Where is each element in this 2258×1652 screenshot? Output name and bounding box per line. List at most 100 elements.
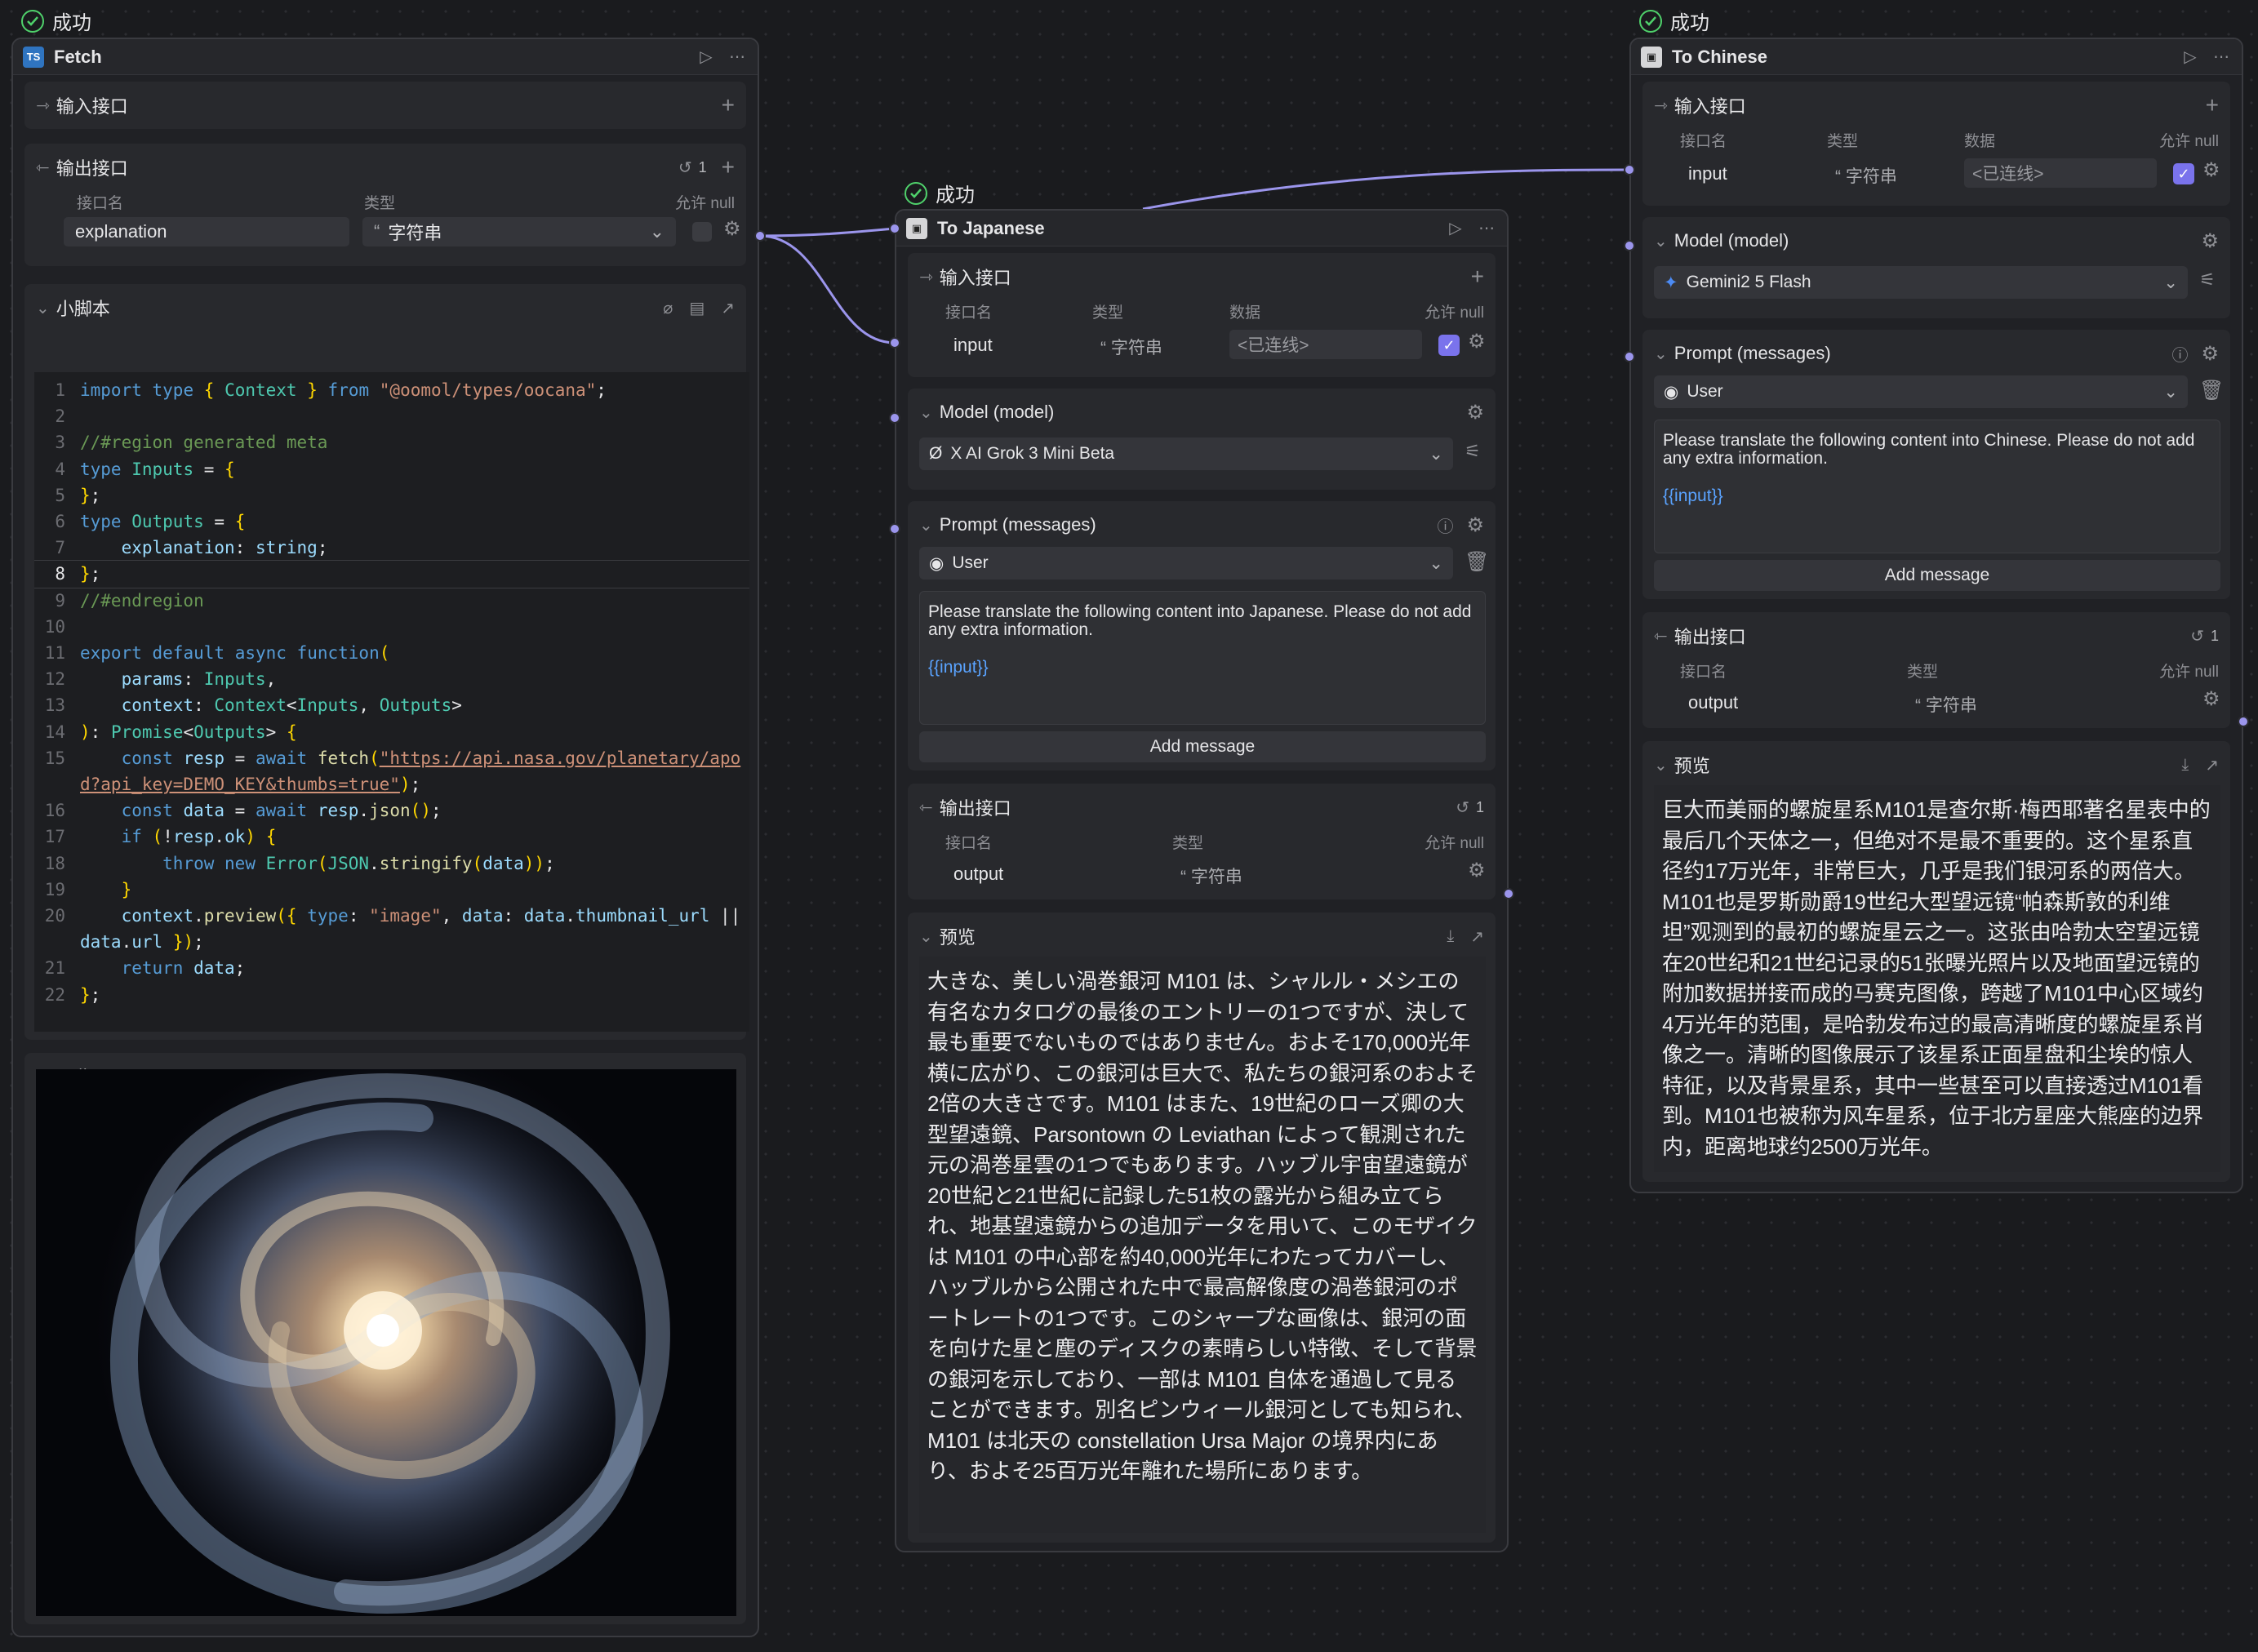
chinese-input-handle[interactable] — [1624, 164, 1635, 175]
chinese-prompt-handle[interactable] — [1624, 351, 1635, 362]
history-icon[interactable]: ↺ — [678, 158, 692, 178]
allow-null-checkbox[interactable]: ✓ — [2173, 163, 2194, 184]
input-data-field[interactable]: <已连线> — [1229, 330, 1422, 359]
code-text: context: Context<Inputs, Outputs> — [121, 695, 462, 716]
role-select[interactable]: ◉ User ⌄ — [1654, 375, 2188, 408]
chevron-down-icon[interactable]: ⌄ — [1654, 755, 1668, 775]
chevron-down-icon[interactable]: ⌄ — [36, 298, 50, 318]
code-editor[interactable]: 1 import type { Context } from "@oomol/ty… — [34, 372, 749, 1032]
trash-icon[interactable]: 🗑 — [2199, 379, 2224, 402]
chevron-down-icon[interactable]: ⌄ — [919, 515, 933, 535]
japanese-prompt-handle[interactable] — [889, 523, 900, 535]
code-line[interactable]: 8}; — [34, 560, 749, 588]
history-icon[interactable]: ↺ — [1456, 797, 1469, 818]
role-select[interactable]: ◉ User ⌄ — [919, 547, 1453, 580]
to-chinese-node[interactable]: ▣ To Chinese ▷ ⋯ ⇾ 输入接口 + 接口名 类型 数据 允许 n… — [1629, 38, 2243, 1193]
chevron-down-icon: ⌄ — [1429, 553, 1443, 573]
add-input-icon[interactable]: + — [2206, 92, 2219, 118]
gear-icon[interactable]: ⚙ — [2201, 342, 2219, 366]
gear-icon[interactable]: ⚙ — [1466, 401, 1484, 424]
download-icon[interactable]: ⤓ — [2181, 756, 2189, 775]
add-input-icon[interactable]: + — [722, 92, 735, 118]
add-message-button[interactable]: Add message — [919, 731, 1486, 762]
code-line[interactable]: 1 import type { Context } from "@oomol/ty… — [34, 377, 749, 403]
chevron-down-icon[interactable]: ⌄ — [1654, 231, 1668, 251]
node-header[interactable]: ▣ To Japanese ▷ ⋯ — [896, 211, 1507, 246]
gear-icon[interactable]: ⚙ — [1466, 513, 1484, 537]
code-line[interactable]: 14): Promise<Outputs> { — [34, 719, 749, 745]
download-icon[interactable]: ⤓ — [1447, 927, 1454, 946]
code-line[interactable]: 12 params: Inputs, — [34, 666, 749, 692]
gear-icon[interactable]: ⚙ — [723, 217, 741, 241]
japanese-output-handle[interactable] — [1503, 888, 1514, 899]
input-data-field[interactable]: <已连线> — [1964, 158, 2157, 188]
fetch-output-handle[interactable] — [754, 230, 766, 242]
add-output-icon[interactable]: + — [722, 154, 735, 180]
code-line[interactable]: 2 — [34, 403, 749, 429]
code-line[interactable]: 15 const resp = await fetch("https://api… — [34, 745, 749, 797]
run-icon[interactable]: ▷ — [696, 47, 717, 67]
chevron-down-icon[interactable]: ⌄ — [1654, 344, 1668, 364]
code-line[interactable]: 17 if (!resp.ok) { — [34, 824, 749, 850]
model-select[interactable]: ✦ Gemini2 5 Flash ⌄ — [1654, 266, 2188, 299]
layout-icon[interactable]: ▤ — [689, 298, 705, 318]
open-external-icon[interactable]: ↗ — [721, 298, 735, 318]
code-line[interactable]: 16 const data = await resp.json(); — [34, 797, 749, 824]
sliders-icon[interactable]: ⚟ — [2199, 269, 2216, 291]
run-icon[interactable]: ▷ — [1445, 218, 1466, 238]
code-line[interactable]: 21 return data; — [34, 955, 749, 981]
history-icon[interactable]: ↺ — [2190, 626, 2204, 646]
gear-icon[interactable]: ⚙ — [1468, 330, 1486, 353]
more-icon[interactable]: ⋯ — [1476, 218, 1497, 238]
add-input-icon[interactable]: + — [1471, 264, 1484, 290]
chinese-output-handle[interactable] — [2238, 716, 2249, 727]
chevron-down-icon[interactable]: ⌄ — [919, 926, 933, 947]
gear-icon[interactable]: ⚙ — [2202, 158, 2220, 182]
japanese-input-handle[interactable] — [889, 337, 900, 349]
gear-icon[interactable]: ⚙ — [2202, 687, 2220, 711]
output-type-select[interactable]: “字符串 ⌄ — [362, 217, 676, 246]
code-line[interactable]: 3 //#region generated meta — [34, 429, 749, 455]
code-line[interactable]: 4 type Inputs = { — [34, 456, 749, 482]
fetch-node[interactable]: TS Fetch ▷ ⋯ ⇾ 输入接口 + ⇽ 输出接口 ↺ 1 + 接口名 类… — [11, 38, 759, 1637]
japanese-input-handle-top[interactable] — [889, 223, 900, 234]
node-header[interactable]: TS Fetch ▷ ⋯ — [13, 39, 758, 75]
more-icon[interactable]: ⋯ — [727, 47, 748, 67]
code-line[interactable]: 20 context.preview({ type: "image", data… — [34, 903, 749, 955]
allow-null-checkbox[interactable]: ✓ — [1438, 335, 1460, 356]
add-message-button[interactable]: Add message — [1654, 560, 2220, 591]
code-line[interactable]: 6 type Outputs = { — [34, 508, 749, 535]
open-external-icon[interactable]: ↗ — [2205, 755, 2219, 775]
trash-icon[interactable]: 🗑 — [1465, 550, 1489, 574]
help-icon[interactable]: ⓘ — [1437, 513, 1453, 537]
run-icon[interactable]: ▷ — [2180, 47, 2201, 67]
gear-icon[interactable]: ⚙ — [2201, 229, 2219, 253]
to-japanese-node[interactable]: ▣ To Japanese ▷ ⋯ ⇾ 输入接口 + 接口名 类型 数据 允许 … — [895, 209, 1509, 1552]
message-textarea[interactable]: Please translate the following content i… — [1654, 420, 2220, 553]
message-textarea[interactable]: Please translate the following content i… — [919, 591, 1486, 725]
code-line[interactable]: 22}; — [34, 982, 749, 1008]
allow-null-checkbox[interactable] — [692, 222, 712, 242]
code-line[interactable]: 19 } — [34, 877, 749, 903]
quote-icon: “ — [1180, 868, 1191, 886]
code-line[interactable]: 11 export default async function( — [34, 640, 749, 666]
code-line[interactable]: 5}; — [34, 482, 749, 508]
code-line[interactable]: 18 throw new Error(JSON.stringify(data))… — [34, 850, 749, 877]
code-line[interactable]: 10 — [34, 614, 749, 640]
chinese-model-handle[interactable] — [1624, 240, 1635, 251]
open-external-icon[interactable]: ↗ — [1470, 926, 1484, 947]
gear-icon[interactable]: ⚙ — [1468, 859, 1486, 882]
line-number: 2 — [55, 406, 65, 427]
sliders-icon[interactable]: ⚟ — [1465, 441, 1481, 462]
code-line[interactable]: 9 //#endregion — [34, 588, 749, 614]
node-header[interactable]: ▣ To Chinese ▷ ⋯ — [1631, 39, 2242, 75]
help-icon[interactable]: ⓘ — [2171, 342, 2188, 366]
chevron-down-icon[interactable]: ⌄ — [919, 402, 933, 423]
code-line[interactable]: 13 context: Context<Inputs, Outputs> — [34, 692, 749, 718]
attachment-icon[interactable]: ⌀ — [663, 298, 673, 318]
model-select[interactable]: Ø X AI Grok 3 Mini Beta ⌄ — [919, 437, 1453, 470]
output-name-input[interactable]: explanation — [64, 217, 349, 246]
japanese-model-handle[interactable] — [889, 412, 900, 424]
code-line[interactable]: 7 explanation: string; — [34, 535, 749, 561]
more-icon[interactable]: ⋯ — [2211, 47, 2232, 67]
